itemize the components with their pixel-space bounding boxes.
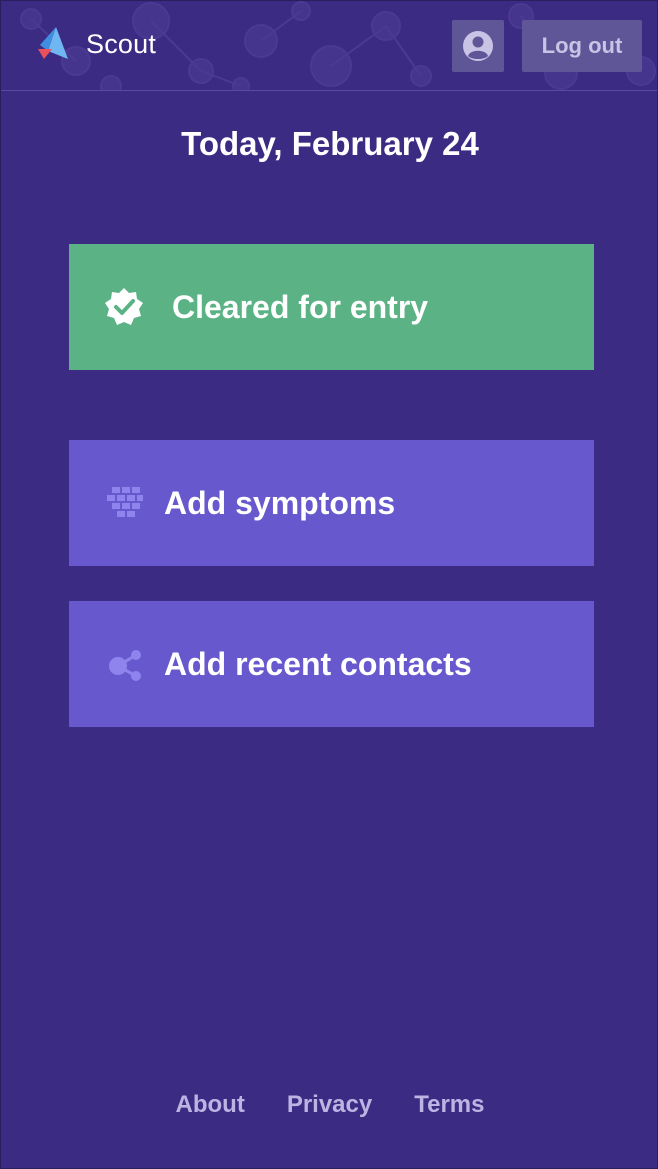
- verified-badge-icon: [103, 286, 145, 328]
- footer-link-terms[interactable]: Terms: [414, 1091, 484, 1119]
- footer-link-privacy[interactable]: Privacy: [287, 1091, 372, 1119]
- add-symptoms-button[interactable]: Add symptoms: [69, 440, 594, 566]
- scout-logo-icon: [38, 27, 68, 59]
- add-recent-contacts-label: Add recent contacts: [164, 645, 472, 682]
- app-name: Scout: [86, 28, 157, 59]
- brand[interactable]: Scout: [36, 25, 156, 63]
- share-nodes-icon: [103, 643, 145, 685]
- top-header: Scout Log out: [1, 1, 657, 91]
- add-symptoms-label: Add symptoms: [164, 484, 396, 521]
- logout-button[interactable]: Log out: [522, 20, 642, 72]
- entry-status-label: Cleared for entry: [172, 288, 429, 325]
- footer-link-about[interactable]: About: [176, 1091, 245, 1119]
- user-circle-icon: [463, 31, 493, 61]
- entry-status-card[interactable]: Cleared for entry: [69, 244, 594, 370]
- profile-button[interactable]: [452, 20, 504, 72]
- footer-nav: About Privacy Terms: [1, 1091, 658, 1119]
- page-title: Today, February 24: [181, 125, 479, 162]
- add-recent-contacts-button[interactable]: Add recent contacts: [69, 601, 594, 727]
- grid-blocks-icon: [103, 482, 145, 524]
- app-page: Scout Log out Today, February 24 Cleared…: [0, 0, 658, 1169]
